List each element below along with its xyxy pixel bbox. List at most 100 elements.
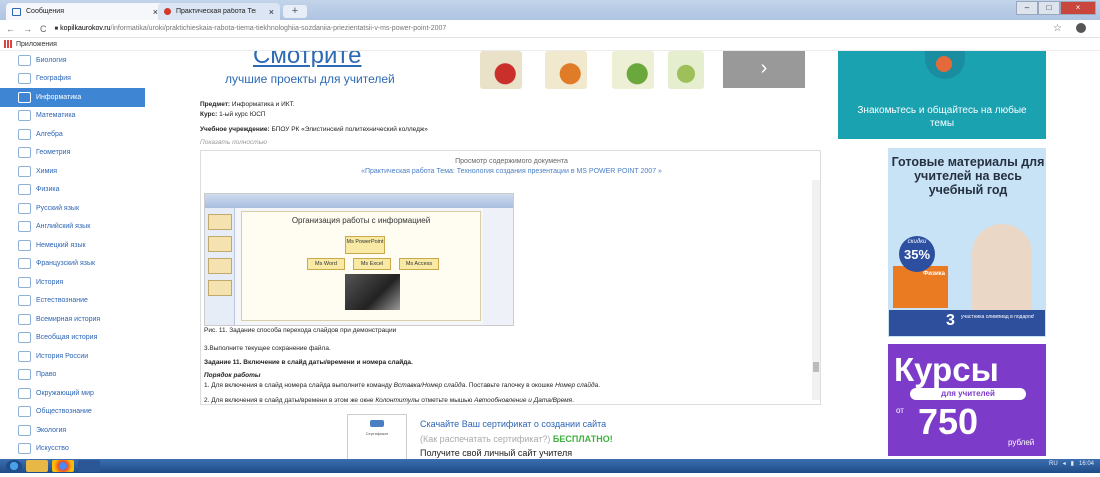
back-icon[interactable]: ← bbox=[6, 24, 15, 34]
subject-value: Информатика и ИКТ. bbox=[231, 101, 295, 108]
sidebar-item-label: Биология bbox=[36, 56, 67, 64]
how-to-print-link[interactable]: (Как распечатать сертификат?) bbox=[420, 434, 550, 444]
tab-label: Сообщения bbox=[26, 8, 64, 15]
system-tray: RU ◂ ▮ 16:04 bbox=[1049, 460, 1094, 468]
sidebar-item-label: Информатика bbox=[36, 93, 82, 101]
volume-icon[interactable]: ◂ bbox=[1063, 460, 1066, 467]
sidebar-item[interactable]: Физика bbox=[0, 181, 145, 200]
slide-thumbnail bbox=[208, 258, 232, 274]
task-heading: Задание 11. Включение в слайд даты/време… bbox=[204, 359, 413, 366]
reload-icon[interactable]: C bbox=[40, 24, 47, 34]
price-from: от bbox=[896, 406, 904, 415]
tab-lesson[interactable]: Практическая работа Тема: Тех × bbox=[158, 3, 280, 20]
sidebar-item[interactable]: История России bbox=[0, 347, 145, 366]
sidebar-item[interactable]: Алгебра bbox=[0, 125, 145, 144]
sidebar-item-label: Окружающий мир bbox=[36, 389, 94, 397]
globe-icon bbox=[18, 73, 31, 85]
sidebar-item-label: Естествознание bbox=[36, 297, 88, 305]
forward-icon[interactable]: → bbox=[23, 24, 32, 34]
sidebar-item[interactable]: Искусство bbox=[0, 440, 145, 459]
sidebar-item[interactable]: Обществознание bbox=[0, 403, 145, 422]
window-controls: – □ × bbox=[1016, 1, 1096, 15]
windows-taskbar bbox=[0, 459, 1100, 473]
biology-icon bbox=[18, 54, 31, 66]
close-tab-icon[interactable]: × bbox=[269, 7, 274, 17]
sidebar-item[interactable]: Немецкий язык bbox=[0, 236, 145, 255]
product-image[interactable] bbox=[480, 51, 522, 89]
close-window-button[interactable]: × bbox=[1060, 1, 1096, 15]
pen-icon bbox=[18, 202, 31, 214]
history-icon bbox=[18, 276, 31, 288]
explorer-icon[interactable] bbox=[26, 460, 48, 472]
sidebar-item[interactable]: География bbox=[0, 70, 145, 89]
price-value: 750 bbox=[918, 401, 979, 442]
chrome-icon[interactable] bbox=[52, 460, 74, 472]
sidebar-item-label: Немецкий язык bbox=[36, 241, 86, 249]
save-instruction: 3.Выполните текущее сохранение файла. bbox=[204, 345, 331, 352]
sidebar-item[interactable]: Французский язык bbox=[0, 255, 145, 274]
new-tab-button[interactable]: + bbox=[283, 5, 307, 18]
ad-subline[interactable]: лучшие проекты для учителей bbox=[225, 72, 395, 86]
slide-box-access: Ms Access bbox=[399, 258, 439, 270]
sidebar-item[interactable]: Всемирная история bbox=[0, 310, 145, 329]
certificate-image[interactable]: Сертификат bbox=[347, 414, 407, 462]
apps-grid-icon[interactable] bbox=[4, 40, 12, 48]
show-all-link[interactable]: Показать полностью bbox=[200, 139, 267, 146]
bookmark-star-icon[interactable]: ☆ bbox=[1053, 23, 1062, 34]
sidebar-item[interactable]: История bbox=[0, 273, 145, 292]
sidebar-item[interactable]: Право bbox=[0, 366, 145, 385]
document-body: 3.Выполните текущее сохранение файла. За… bbox=[204, 343, 804, 407]
product-image[interactable] bbox=[668, 51, 704, 89]
sidebar-item-label: История bbox=[36, 278, 64, 286]
step-2: 2. Для включения в слайд даты/времени в … bbox=[204, 397, 574, 404]
flag-icon bbox=[18, 221, 31, 233]
extension-icon[interactable] bbox=[1076, 23, 1086, 33]
sidebar-item[interactable]: Всеобщая история bbox=[0, 329, 145, 348]
sidebar-item[interactable]: Геометрия bbox=[0, 144, 145, 163]
start-button[interactable] bbox=[6, 460, 22, 472]
maximize-button[interactable]: □ bbox=[1038, 1, 1060, 15]
book-icon bbox=[18, 313, 31, 325]
site-favicon bbox=[164, 8, 171, 15]
sidebar-item-label: Алгебра bbox=[36, 130, 63, 138]
url-domain: kopilkaurokov.ru bbox=[60, 25, 111, 32]
navigation-bar: ← → C ■ kopilkaurokov.ru/informatika/uro… bbox=[0, 20, 1100, 38]
sidebar-item-label: Искусство bbox=[36, 445, 69, 453]
apps-bookmark[interactable]: Приложения bbox=[16, 41, 57, 48]
sidebar-item[interactable]: Информатика bbox=[0, 88, 145, 107]
sidebar-item[interactable]: Английский язык bbox=[0, 218, 145, 237]
figure-caption: Рис. 11. Задание способа перехода слайдо… bbox=[204, 327, 397, 334]
ad-courses-title[interactable]: Курсы bbox=[894, 352, 999, 388]
language-indicator[interactable]: RU bbox=[1049, 461, 1058, 467]
ad-social-text[interactable]: Знакомьтесь и общайтесь на любые темы bbox=[845, 104, 1039, 130]
scrollbar-thumb[interactable] bbox=[813, 362, 819, 372]
sidebar-item[interactable]: Химия bbox=[0, 162, 145, 181]
sidebar-item[interactable]: Биология bbox=[0, 51, 145, 70]
clock[interactable]: 16:04 bbox=[1079, 461, 1094, 467]
ad-headline[interactable]: Смотрите bbox=[253, 51, 393, 67]
sidebar-item-label: Химия bbox=[36, 167, 58, 175]
certificate-download-link[interactable]: Скачайте Ваш сертификат о создании сайта bbox=[420, 419, 606, 429]
personal-site-link[interactable]: Получите свой личный сайт учителя bbox=[420, 448, 572, 458]
word-icon[interactable] bbox=[78, 460, 100, 472]
sidebar-item[interactable]: Экология bbox=[0, 421, 145, 440]
sidebar-item[interactable]: Окружающий мир bbox=[0, 384, 145, 403]
institution-value: БПОУ РК «Элистинский политехнический кол… bbox=[271, 126, 428, 133]
lesson-meta: Предмет: Информатика и ИКТ. Курс: 1-ый к… bbox=[200, 100, 800, 135]
atom-icon bbox=[18, 184, 31, 196]
sidebar-item[interactable]: Естествознание bbox=[0, 292, 145, 311]
network-icon[interactable]: ▮ bbox=[1071, 460, 1074, 467]
ad-materials-title[interactable]: Готовые материалы для учителей на весь у… bbox=[890, 155, 1046, 197]
next-arrow-button[interactable]: › bbox=[723, 51, 805, 88]
product-image[interactable] bbox=[545, 51, 587, 89]
sidebar-item[interactable]: Математика bbox=[0, 107, 145, 126]
address-bar[interactable]: ■ kopilkaurokov.ru/informatika/uroki/pra… bbox=[55, 25, 447, 32]
tab-messages[interactable]: Сообщения × bbox=[6, 3, 164, 20]
subject-label: Предмет: bbox=[200, 101, 231, 108]
product-image[interactable] bbox=[612, 51, 654, 89]
slide-thumbnail bbox=[208, 236, 232, 252]
algebra-icon bbox=[18, 128, 31, 140]
sidebar-item-label: История России bbox=[36, 352, 89, 360]
minimize-button[interactable]: – bbox=[1016, 1, 1038, 15]
sidebar-item[interactable]: Русский язык bbox=[0, 199, 145, 218]
